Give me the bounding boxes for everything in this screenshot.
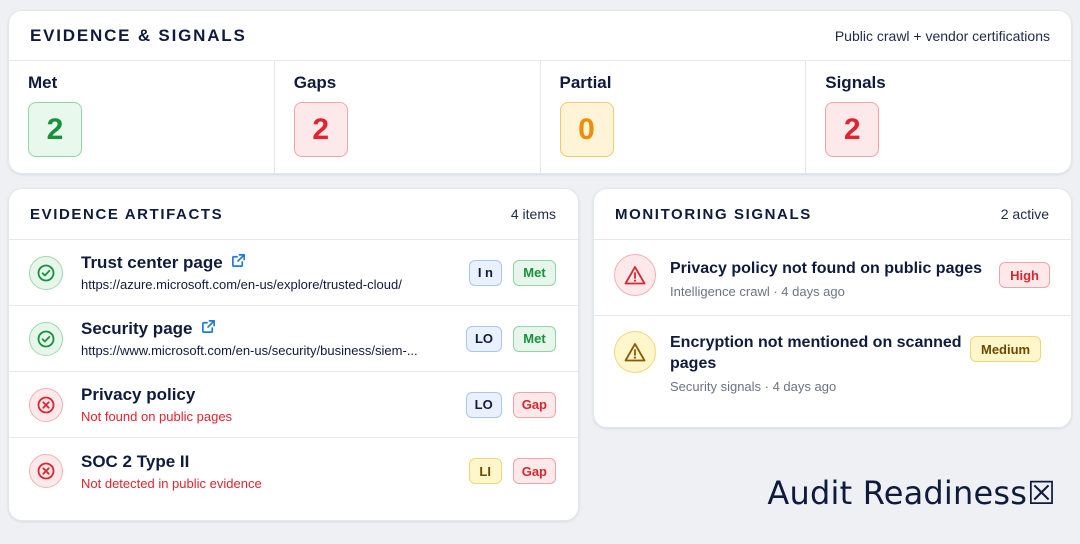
evidence-artifacts-card: EVIDENCE ARTIFACTS 4 items Trust center … <box>8 188 579 521</box>
signal-row[interactable]: Privacy policy not found on public pages… <box>594 240 1071 316</box>
artifact-status-text: Not detected in public evidence <box>81 475 262 491</box>
signal-body: Encryption not mentioned on scanned page… <box>670 331 970 394</box>
monitoring-signals-title: MONITORING SIGNALS <box>615 205 812 223</box>
level-badge: I n <box>468 259 502 286</box>
stat-value: 2 <box>825 102 880 157</box>
stat-value: 0 <box>559 102 614 157</box>
signal-row[interactable]: Encryption not mentioned on scanned page… <box>594 316 1071 427</box>
level-badge: LI <box>468 458 502 484</box>
stat-met: Met 2 <box>9 61 275 173</box>
x-circle-icon <box>29 454 63 488</box>
status-badge: Gap <box>512 391 556 418</box>
artifact-row[interactable]: Trust center page https://azure.microsof… <box>9 240 578 306</box>
artifact-body: Security page https://www.microsoft.com/… <box>81 319 456 358</box>
evidence-signals-title: EVIDENCE & SIGNALS <box>30 25 247 45</box>
artifact-status-text: Not found on public pages <box>81 409 233 424</box>
artifact-title-row: Privacy policy <box>81 385 456 405</box>
status-badge: Gap <box>512 458 556 484</box>
evidence-artifacts-title: EVIDENCE ARTIFACTS <box>30 205 224 223</box>
evidence-artifacts-count: 4 items <box>510 206 556 222</box>
artifact-row[interactable]: Privacy policy Not found on public pages… <box>9 372 578 438</box>
artifact-title: Security page <box>81 319 193 338</box>
external-link-icon[interactable] <box>201 319 216 339</box>
severity-badge: Medium <box>970 336 1042 362</box>
monitoring-signals-header: MONITORING SIGNALS 2 active <box>594 189 1071 240</box>
stat-partial: Partial 0 <box>541 61 807 173</box>
stat-gaps: Gaps 2 <box>275 61 541 173</box>
status-badge: Met <box>513 259 556 286</box>
level-badge: LO <box>465 325 502 352</box>
artifact-body: Privacy policy Not found on public pages <box>81 385 456 424</box>
check-circle-icon <box>29 255 63 290</box>
stat-value: 2 <box>293 102 348 157</box>
artifact-title: Privacy policy <box>81 385 196 404</box>
stat-label: Met <box>28 73 58 92</box>
artifact-tags: LO Gap <box>465 391 556 418</box>
level-badge: LO <box>465 391 502 418</box>
artifact-row[interactable]: SOC 2 Type II Not detected in public evi… <box>9 438 578 504</box>
artifact-tags: I n Met <box>468 259 556 286</box>
stat-value: 2 <box>28 102 82 157</box>
evidence-artifacts-header: EVIDENCE ARTIFACTS 4 items <box>9 189 578 240</box>
artifact-url[interactable]: https://azure.microsoft.com/en-us/explor… <box>81 277 451 292</box>
severity-badge: High <box>999 262 1050 288</box>
check-circle-icon <box>29 321 63 356</box>
audit-readiness-logo: Audit Readiness☒ <box>767 474 1056 512</box>
signal-body: Privacy policy not found on public pages… <box>670 254 999 299</box>
evidence-signals-card: EVIDENCE & SIGNALS Public crawl + vendor… <box>8 10 1072 174</box>
artifact-title-row: Security page <box>81 319 456 339</box>
artifact-title: Trust center page <box>81 253 223 272</box>
x-circle-icon <box>29 387 63 422</box>
artifact-url[interactable]: https://www.microsoft.com/en-us/security… <box>81 343 451 358</box>
monitoring-signals-card: MONITORING SIGNALS 2 active Privacy poli… <box>593 188 1072 428</box>
stat-signals: Signals 2 <box>806 61 1071 173</box>
warning-triangle-icon <box>614 254 656 296</box>
signal-meta: Security signals · 4 days ago <box>670 379 837 394</box>
stat-label: Partial <box>559 73 612 92</box>
external-link-icon[interactable] <box>231 253 246 273</box>
signal-title: Encryption not mentioned on scanned page… <box>670 334 962 372</box>
artifact-tags: LI Gap <box>468 458 556 484</box>
evidence-signals-subtitle: Public crawl + vendor certifications <box>834 27 1050 44</box>
artifact-title-row: SOC 2 Type II <box>81 452 459 472</box>
artifact-title: SOC 2 Type II <box>81 451 190 471</box>
signal-title: Privacy policy not found on public pages <box>670 260 983 277</box>
stats-row: Met 2 Gaps 2 Partial 0 Signals 2 <box>9 61 1071 173</box>
warning-triangle-icon <box>614 331 656 373</box>
monitoring-signals-count: 2 active <box>1000 206 1049 222</box>
signal-meta: Intelligence crawl · 4 days ago <box>670 284 845 299</box>
artifact-body: Trust center page https://azure.microsof… <box>81 253 459 292</box>
evidence-signals-header: EVIDENCE & SIGNALS Public crawl + vendor… <box>9 11 1071 61</box>
stat-label: Gaps <box>293 73 337 92</box>
artifact-body: SOC 2 Type II Not detected in public evi… <box>81 452 459 491</box>
artifact-tags: LO Met <box>465 325 556 352</box>
artifact-row[interactable]: Security page https://www.microsoft.com/… <box>9 306 578 372</box>
stat-label: Signals <box>825 73 886 92</box>
artifact-title-row: Trust center page <box>81 253 459 273</box>
status-badge: Met <box>513 325 556 352</box>
